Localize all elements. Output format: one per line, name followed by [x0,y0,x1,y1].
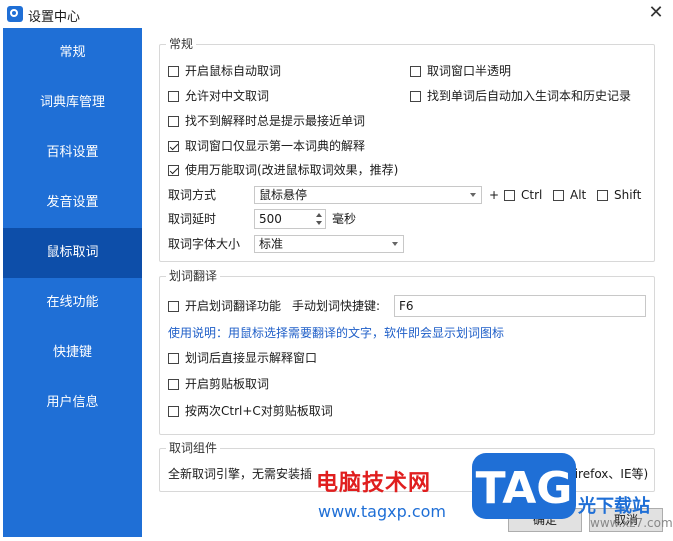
watermark-url: www.tagxp.com [318,502,446,521]
lookup-method-label: 取词方式 [168,188,217,202]
settings-window: 设置中心 ✕ 常规 词典库管理 百科设置 发音设置 鼠标取词 在线功能 快捷键 … [0,0,673,541]
suggest-nearest-label: 找不到解释时总是提示最接近单词 [185,114,366,128]
translate-hint: 使用说明：用鼠标选择需要翻译的文字，软件即会显示划词图标 [168,326,505,340]
hotkey-value: F6 [399,299,414,313]
lookup-delay-value: 500 [259,212,282,226]
sidebar-item-pronunciation[interactable]: 发音设置 [3,178,142,228]
alt-label: Alt [570,188,587,202]
auto-add-wordbook-label: 找到单词后自动加入生词本和历史记录 [427,89,632,103]
enable-translate-label: 开启划词翻译功能 [185,299,282,313]
title-bar[interactable]: 设置中心 ✕ [0,0,673,28]
checkbox-box[interactable] [410,65,421,77]
double-ctrl-c-checkbox[interactable]: 按两次Ctrl+C对剪贴板取词 [168,403,333,419]
hotkey-input[interactable]: F6 [394,295,646,317]
checkbox-box[interactable] [168,140,179,152]
alt-checkbox[interactable]: Alt [553,187,586,203]
checkbox-box[interactable] [597,189,608,201]
auto-lookup-label: 开启鼠标自动取词 [185,64,282,78]
watermark-tag-text: TAG [476,463,573,514]
font-size-select[interactable]: 标准 [254,235,404,253]
checkbox-box[interactable] [410,90,421,102]
component-desc-left: 全新取词引擎，无需安装插 [168,467,313,481]
chevron-down-icon [392,242,398,246]
checkbox-box[interactable] [168,352,179,364]
universal-lookup-checkbox[interactable]: 使用万能取词(改进鼠标取词效果，推荐) [168,162,398,178]
sidebar-item-hotkeys[interactable]: 快捷键 [3,328,142,378]
spin-down-icon[interactable] [316,221,322,225]
translate-group-title: 划词翻译 [166,269,221,283]
translucent-window-label: 取词窗口半透明 [427,64,512,78]
auto-lookup-checkbox[interactable]: 开启鼠标自动取词 [168,63,281,79]
spin-up-icon[interactable] [316,213,322,217]
component-group-title: 取词组件 [166,441,221,455]
app-logo-icon [7,6,23,22]
chinese-lookup-checkbox[interactable]: 允许对中文取词 [168,88,269,104]
watermark-site-name: 电脑技术网 [316,471,432,496]
watermark-tag-logo-icon: TAG [472,453,576,519]
ctrl-checkbox[interactable]: Ctrl [504,187,542,203]
plus-sign: + [489,188,500,202]
checkbox-box[interactable] [168,65,179,77]
font-size-label: 取词字体大小 [168,237,241,251]
checkbox-box[interactable] [168,90,179,102]
translucent-window-checkbox[interactable]: 取词窗口半透明 [410,63,511,79]
sidebar-item-dictionaries[interactable]: 词典库管理 [3,78,142,128]
show-explain-window-checkbox[interactable]: 划词后直接显示解释窗口 [168,350,317,366]
hotkey-label: 手动划词快捷键: [292,299,381,313]
close-icon[interactable]: ✕ [645,2,667,24]
sidebar-item-online[interactable]: 在线功能 [3,278,142,328]
checkbox-box[interactable] [168,115,179,127]
suggest-nearest-checkbox[interactable]: 找不到解释时总是提示最接近单词 [168,113,365,129]
checkbox-box[interactable] [168,405,179,417]
shift-label: Shift [614,188,642,202]
shift-checkbox[interactable]: Shift [597,187,641,203]
sidebar-item-general[interactable]: 常规 [3,28,142,78]
lookup-method-value: 鼠标悬停 [259,188,308,202]
checkbox-box[interactable] [553,189,564,201]
ctrl-label: Ctrl [521,188,543,202]
sidebar: 常规 词典库管理 百科设置 发音设置 鼠标取词 在线功能 快捷键 用户信息 [3,28,142,537]
sidebar-item-mouse-lookup[interactable]: 鼠标取词 [3,228,142,278]
auto-add-wordbook-checkbox[interactable]: 找到单词后自动加入生词本和历史记录 [410,88,631,104]
lookup-delay-label: 取词延时 [168,212,217,226]
checkbox-box[interactable] [504,189,515,201]
lookup-delay-stepper[interactable]: 500 [254,209,326,229]
first-dict-only-checkbox[interactable]: 取词窗口仅显示第一本词典的解释 [168,138,365,154]
first-dict-only-label: 取词窗口仅显示第一本词典的解释 [185,139,366,153]
lookup-delay-unit: 毫秒 [332,212,357,226]
checkbox-box[interactable] [168,378,179,390]
universal-lookup-label: 使用万能取词(改进鼠标取词效果，推荐) [185,163,399,177]
chevron-down-icon [470,193,476,197]
double-ctrl-c-label: 按两次Ctrl+C对剪贴板取词 [185,404,333,418]
watermark-sub-url: www.xz7.com [590,516,673,530]
checkbox-box[interactable] [168,300,179,312]
clipboard-lookup-label: 开启剪贴板取词 [185,377,270,391]
sidebar-item-encyclopedia[interactable]: 百科设置 [3,128,142,178]
sidebar-item-user-info[interactable]: 用户信息 [3,378,142,428]
general-group-title: 常规 [166,37,197,51]
enable-translate-checkbox[interactable]: 开启划词翻译功能 [168,298,281,314]
lookup-method-select[interactable]: 鼠标悬停 [254,186,482,204]
chinese-lookup-label: 允许对中文取词 [185,89,270,103]
clipboard-lookup-checkbox[interactable]: 开启剪贴板取词 [168,376,269,392]
show-explain-window-label: 划词后直接显示解释窗口 [185,351,318,365]
window-title: 设置中心 [28,10,81,25]
watermark-sub: 光下载站 [578,496,650,517]
font-size-value: 标准 [259,237,284,251]
checkbox-box[interactable] [168,164,179,176]
